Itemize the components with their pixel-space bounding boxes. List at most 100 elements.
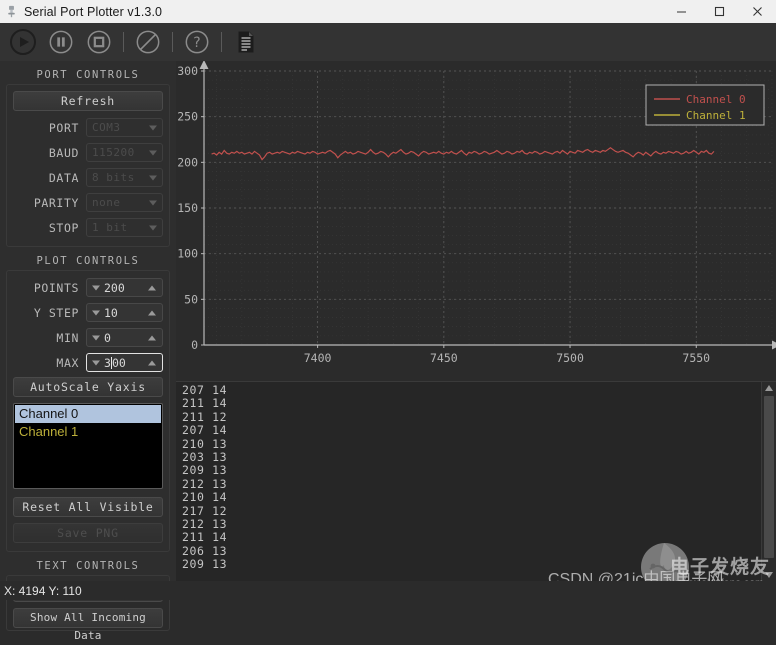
channel-list[interactable]: Channel 0 Channel 1 bbox=[13, 403, 163, 489]
port-select[interactable]: COM3 bbox=[86, 118, 163, 137]
list-item: 207 14 bbox=[182, 423, 228, 438]
y-axis-arrow bbox=[199, 60, 209, 69]
connect-play-button[interactable] bbox=[7, 26, 39, 58]
chevron-down-icon bbox=[149, 175, 157, 180]
points-label: POINTS bbox=[33, 280, 79, 295]
baud-select[interactable]: 115200 bbox=[86, 143, 163, 162]
port-label: PORT bbox=[48, 120, 79, 135]
y-tick-label: 200 bbox=[177, 155, 198, 169]
legend-label: Channel 0 bbox=[686, 93, 746, 106]
list-item-channel-1[interactable]: Channel 1 bbox=[15, 423, 161, 441]
pause-button[interactable] bbox=[45, 26, 77, 58]
max-value-before-caret: 3 bbox=[104, 355, 111, 370]
x-tick-label: 7450 bbox=[430, 351, 458, 365]
ystep-row: Y STEP 10 bbox=[13, 302, 163, 323]
clear-button[interactable] bbox=[132, 26, 164, 58]
y-tick-label: 150 bbox=[177, 201, 198, 215]
refresh-button[interactable]: Refresh bbox=[13, 91, 163, 111]
data-bits-select[interactable]: 8 bits bbox=[86, 168, 163, 187]
toolbar-separator bbox=[221, 32, 222, 52]
port-controls-group: Refresh PORT COM3 BAUD 115200 DATA 8 bit… bbox=[6, 84, 170, 247]
maximize-icon bbox=[714, 6, 724, 17]
play-circle-icon bbox=[10, 29, 36, 55]
title-bar: Serial Port Plotter v1.3.0 bbox=[0, 0, 776, 24]
ystep-spinner[interactable]: 10 bbox=[86, 303, 163, 322]
y-tick-label: 0 bbox=[191, 338, 198, 352]
chevron-down-icon bbox=[149, 225, 157, 230]
min-value: 0 bbox=[104, 330, 111, 345]
serial-plug-icon bbox=[0, 0, 22, 23]
port-controls-title: PORT CONTROLS bbox=[36, 69, 140, 81]
maximize-button[interactable] bbox=[700, 0, 738, 23]
min-spinner[interactable]: 0 bbox=[86, 328, 163, 347]
pause-circle-icon bbox=[49, 30, 73, 54]
min-label: MIN bbox=[56, 330, 79, 345]
minimize-icon bbox=[676, 11, 686, 13]
incoming-data-textbox[interactable]: 207 14 211 14 211 12 207 14 210 13 203 13 209 … bbox=[176, 381, 776, 582]
list-item: 210 13 bbox=[182, 436, 228, 451]
max-value-after-caret: 00 bbox=[111, 355, 126, 370]
max-row: MAX 3 00 bbox=[13, 352, 163, 373]
stop-button[interactable] bbox=[83, 26, 115, 58]
textbox-scrollbar[interactable] bbox=[761, 382, 776, 582]
max-spinner[interactable]: 3 00 bbox=[86, 353, 163, 372]
left-control-panel: PORT CONTROLS Refresh PORT COM3 BAUD 115… bbox=[0, 61, 176, 642]
list-item: 217 12 bbox=[182, 503, 228, 518]
list-item: 211 14 bbox=[182, 396, 228, 411]
app-window: Serial Port Plotter v1.3.0 ? PORT CONTRO… bbox=[0, 0, 776, 642]
serial-plot-chart[interactable]: 0 50 100 150 200 250 300 7400 7450 7500 7550 Channe… bbox=[176, 60, 776, 381]
y-tick-label: 50 bbox=[184, 292, 198, 306]
toolbar-separator bbox=[172, 32, 173, 52]
list-item: 209 13 bbox=[182, 557, 228, 572]
minimize-button[interactable] bbox=[662, 0, 700, 23]
parity-value: none bbox=[92, 196, 121, 209]
points-row: POINTS 200 bbox=[13, 277, 163, 298]
chevron-down-icon bbox=[149, 200, 157, 205]
reset-all-visible-button[interactable]: Reset All Visible bbox=[13, 497, 163, 517]
log-file-button[interactable] bbox=[230, 26, 262, 58]
spinner-down-icon[interactable] bbox=[92, 335, 100, 340]
svg-text:?: ? bbox=[193, 35, 200, 51]
list-item: 212 13 bbox=[182, 517, 228, 532]
autoscale-yaxis-button[interactable]: AutoScale Yaxis bbox=[13, 377, 163, 397]
toolbar-separator bbox=[123, 32, 124, 52]
scroll-up-arrow-icon[interactable] bbox=[762, 382, 776, 395]
close-button[interactable] bbox=[738, 0, 776, 23]
legend-label: Channel 1 bbox=[686, 109, 746, 122]
points-spinner[interactable]: 200 bbox=[86, 278, 163, 297]
max-label: MAX bbox=[56, 355, 79, 370]
list-item: 210 14 bbox=[182, 490, 228, 505]
x-axis-arrow bbox=[772, 340, 776, 350]
scrollbar-thumb[interactable] bbox=[764, 396, 774, 558]
points-value: 200 bbox=[104, 280, 125, 295]
plot-area[interactable]: 0 50 100 150 200 250 300 7400 7450 7500 7550 Channe… bbox=[176, 60, 776, 381]
parity-select[interactable]: none bbox=[86, 193, 163, 212]
y-tick-label: 250 bbox=[177, 110, 198, 124]
data-bits-value: 8 bits bbox=[92, 171, 135, 184]
spinner-down-icon[interactable] bbox=[92, 310, 100, 315]
close-icon bbox=[752, 7, 762, 16]
text-controls-title: TEXT CONTROLS bbox=[36, 560, 140, 572]
baud-row: BAUD 115200 bbox=[13, 142, 163, 163]
spinner-down-icon[interactable] bbox=[92, 285, 100, 290]
list-item: 207 14 bbox=[182, 383, 228, 397]
spinner-up-icon[interactable] bbox=[148, 285, 156, 290]
ystep-value: 10 bbox=[104, 305, 118, 320]
baud-label: BAUD bbox=[48, 145, 79, 160]
ystep-label: Y STEP bbox=[33, 305, 79, 320]
list-item-channel-0[interactable]: Channel 0 bbox=[15, 405, 161, 423]
plot-controls-title: PLOT CONTROLS bbox=[36, 255, 140, 267]
help-button[interactable]: ? bbox=[181, 26, 213, 58]
toolbar: ? bbox=[0, 23, 776, 61]
port-row: PORT COM3 bbox=[13, 117, 163, 138]
status-bar: X: 4194 Y: 110 bbox=[0, 581, 776, 600]
spinner-up-icon[interactable] bbox=[148, 360, 156, 365]
spinner-up-icon[interactable] bbox=[148, 335, 156, 340]
y-tick-label: 100 bbox=[177, 247, 198, 261]
spinner-down-icon[interactable] bbox=[92, 360, 100, 365]
port-value: COM3 bbox=[92, 121, 121, 134]
list-item: 206 13 bbox=[182, 543, 228, 558]
spinner-up-icon[interactable] bbox=[148, 310, 156, 315]
show-all-incoming-data-button[interactable]: Show All Incoming Data bbox=[13, 608, 163, 642]
stop-bits-select[interactable]: 1 bit bbox=[86, 218, 163, 237]
